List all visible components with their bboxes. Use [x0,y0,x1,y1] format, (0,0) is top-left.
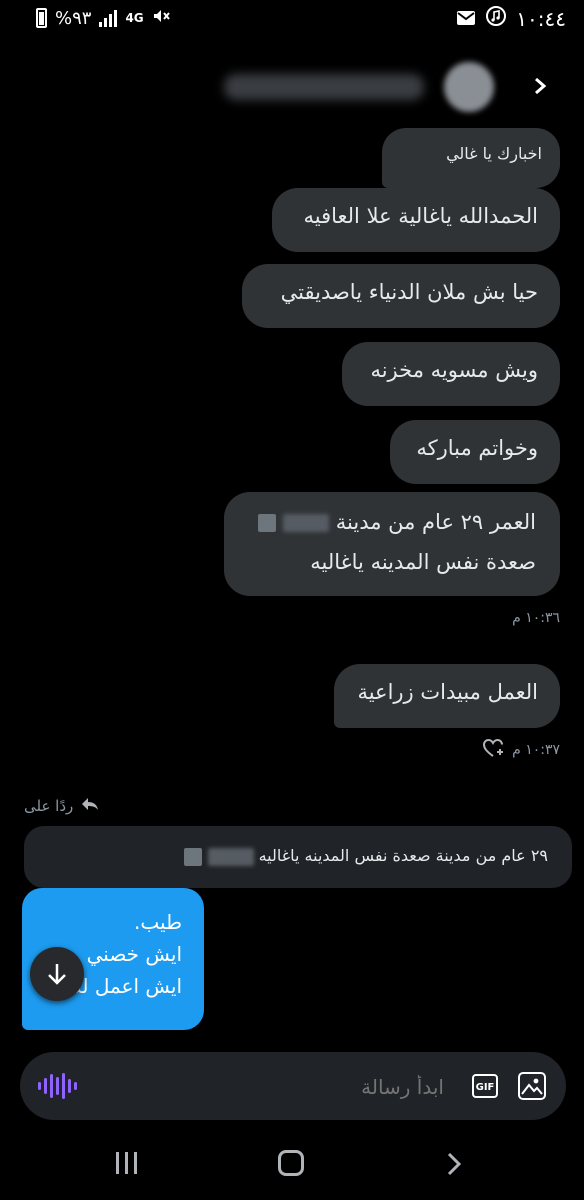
conversation-header [0,52,584,122]
image-button[interactable] [518,1072,546,1100]
message-text: اخبارك يا غالي [446,144,542,163]
back-nav-button[interactable] [446,1150,462,1183]
message-text: صعدة نفس المدينه ياغاليه [310,550,536,574]
arrow-down-icon [48,964,66,985]
status-time: ١٠:٤٤ [516,6,566,31]
message-input[interactable] [222,1070,446,1104]
heart-plus-icon[interactable] [482,738,504,762]
avatar[interactable] [444,62,494,112]
redacted-block [207,847,254,866]
back-button[interactable] [528,74,552,102]
message-bubble[interactable]: وخواتم مباركه [390,420,560,484]
signal-icon [99,9,118,27]
quoted-message[interactable]: ٢٩ عام من مدينة صعدة نفس المدينه ياغاليه [24,826,572,888]
status-bar: ١٠:٤٤ %٩٣ 4G [0,0,584,36]
battery-level: %٩٣ [55,7,92,29]
timestamp: ١٠:٣٦ م [512,610,560,626]
message-bubble[interactable]: اخبارك يا غالي [382,128,560,188]
system-navigation-bar [0,1134,584,1200]
image-icon [521,1078,543,1095]
message-composer: GIF [20,1052,566,1120]
message-text: ويش مسويه مخزنه [370,358,538,382]
message-bubble[interactable]: الحمدالله ياغالية علا العافيه [272,188,560,252]
message-bubble[interactable]: حيا بش ملان الدنياء ياصديقتي [242,264,560,328]
status-right-group: ١٠:٤٤ [456,6,566,31]
home-button[interactable] [278,1150,304,1176]
reply-label: ردًا على [24,796,74,815]
reply-icon [81,796,99,815]
chevron-right-icon [447,1152,462,1176]
message-line: العمر ٢٩ عام من مدينة [248,502,536,542]
status-left-group: %٩٣ 4G [36,6,170,30]
timestamp: ١٠:٣٧ م [512,742,560,758]
network-type: 4G [125,11,144,25]
mute-icon [152,6,170,30]
gif-button[interactable]: GIF [472,1074,498,1098]
quoted-text: ٢٩ عام من مدينة صعدة نفس المدينه ياغاليه [258,846,548,865]
message-text: حيا بش ملان الدنياء ياصديقتي [280,280,538,304]
message-line: طيب. [134,910,182,934]
battery-icon [36,8,47,28]
message-text: العمر ٢٩ عام من مدينة [335,510,536,534]
message-bubble[interactable]: العمر ٢٩ عام من مدينة صعدة نفس المدينه ي… [224,492,560,596]
message-text: وخواتم مباركه [416,436,538,460]
message-text: العمل مبيدات زراعية [357,680,538,704]
message-bubble[interactable]: ويش مسويه مخزنه [342,342,560,406]
message-bubble[interactable]: العمل مبيدات زراعية [334,664,560,728]
recent-apps-button[interactable] [116,1152,137,1174]
voice-message-icon[interactable] [38,1072,77,1100]
scroll-to-bottom-button[interactable] [30,947,84,1001]
contact-name-redacted[interactable] [224,74,424,100]
reply-context-label: ردًا على [24,796,99,815]
message-text: الحمدالله ياغالية علا العافيه [303,204,539,228]
redacted-block [283,514,330,532]
mail-icon [456,7,476,31]
redacted-block [184,847,203,866]
redacted-block [258,514,277,532]
message-meta: ١٠:٣٧ م [482,738,560,762]
chevron-right-icon [535,77,547,95]
music-icon [486,6,507,31]
